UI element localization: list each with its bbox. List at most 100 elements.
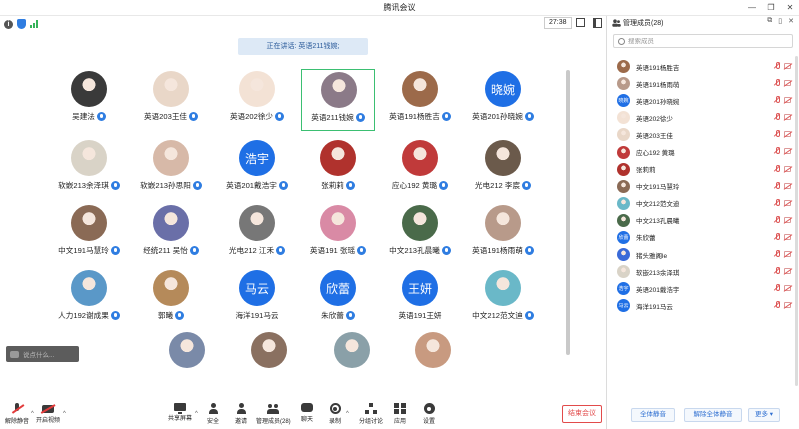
fullscreen-icon[interactable] xyxy=(576,18,585,27)
participant-tile[interactable]: 马云 海洋191马云 xyxy=(220,268,294,330)
chat-input[interactable]: 说点什么... xyxy=(6,346,79,362)
record-options-caret[interactable]: ^ xyxy=(346,411,349,417)
participant-tile[interactable] xyxy=(315,330,389,392)
participant-tile[interactable]: 中文191马慧玲 xyxy=(52,203,126,265)
participant-tile[interactable]: 中文213孔晨曦 xyxy=(383,203,457,265)
list-item[interactable]: 中文212范文迪 xyxy=(607,195,793,212)
participant-tile[interactable]: 郭曦 xyxy=(134,268,208,330)
microphone-muted-icon[interactable] xyxy=(774,267,780,275)
microphone-muted-icon[interactable] xyxy=(774,147,780,155)
camera-off-icon[interactable] xyxy=(784,233,791,240)
participant-tile[interactable]: 欣蕾 朱欣蕾 xyxy=(301,268,375,330)
microphone-muted-icon[interactable] xyxy=(774,301,780,309)
camera-off-icon[interactable] xyxy=(784,165,791,172)
camera-off-icon[interactable] xyxy=(784,199,791,206)
microphone-muted-icon[interactable] xyxy=(774,62,780,70)
camera-off-icon[interactable] xyxy=(784,182,791,189)
info-icon[interactable]: i xyxy=(4,19,13,29)
participant-tile[interactable]: 吴建法 xyxy=(52,69,126,131)
invite-button[interactable]: 邀请 xyxy=(224,403,258,425)
participant-tile[interactable]: 英语191杨胜吉 xyxy=(383,69,457,131)
microphone-muted-icon[interactable] xyxy=(774,181,780,190)
participant-tile[interactable]: 张莉莉 xyxy=(301,138,375,200)
end-meeting-button[interactable]: 结束会议 xyxy=(562,405,602,423)
share-screen-button[interactable]: 共享屏幕 xyxy=(163,403,197,422)
minimize-icon[interactable]: — xyxy=(747,1,757,14)
microphone-muted-icon[interactable] xyxy=(774,284,780,292)
participant-tile[interactable]: 光电212 李宸 xyxy=(466,138,540,200)
participant-tile[interactable]: 浩宇 英语201戴浩宇 xyxy=(220,138,294,200)
microphone-muted-icon[interactable] xyxy=(774,79,780,87)
shield-icon[interactable] xyxy=(17,19,26,29)
panel-close-icon[interactable]: ✕ xyxy=(788,17,794,25)
list-item[interactable]: 猪头雅阁le xyxy=(607,246,793,263)
list-item[interactable]: 英语191杨雨萌 xyxy=(607,75,793,92)
video-button[interactable]: 开启视频 xyxy=(31,403,65,424)
participant-tile[interactable] xyxy=(232,330,306,392)
participant-tile[interactable]: 经统211 吴怡 xyxy=(134,203,208,265)
list-item[interactable]: 晓婉 英语201孙晓婉 xyxy=(607,92,793,109)
mute-button[interactable]: 解除静音 xyxy=(0,403,34,425)
close-icon[interactable]: ✕ xyxy=(785,1,795,14)
popout-icon[interactable]: ⧉ xyxy=(767,17,772,25)
list-item[interactable]: 马云 海洋191马云 xyxy=(607,297,793,314)
microphone-muted-icon[interactable] xyxy=(774,250,780,258)
microphone-muted-icon[interactable] xyxy=(774,96,780,104)
more-button[interactable]: 更多 ▾ xyxy=(748,408,780,422)
settings-button[interactable]: 设置 xyxy=(412,403,446,425)
microphone-muted-icon[interactable] xyxy=(774,215,780,224)
camera-off-icon[interactable] xyxy=(784,216,791,223)
list-item[interactable]: 英语191杨胜吉 xyxy=(607,58,793,75)
participant-tile[interactable]: 中文212范文迪 xyxy=(466,268,540,330)
list-item[interactable]: 英语203王佳 xyxy=(607,126,793,143)
camera-off-icon[interactable] xyxy=(784,97,791,104)
participant-tile[interactable]: 王妍 英语191王妍 xyxy=(383,268,457,330)
side-panel-icon[interactable] xyxy=(593,18,602,28)
video-options-caret[interactable]: ^ xyxy=(63,411,66,417)
microphone-muted-icon[interactable] xyxy=(774,232,780,241)
member-search-input[interactable] xyxy=(628,37,778,45)
participant-tile[interactable] xyxy=(396,330,470,392)
microphone-muted-icon[interactable] xyxy=(774,113,780,121)
unmute-all-button[interactable]: 解除全体静音 xyxy=(684,408,742,422)
list-item[interactable]: 英语202徐少 xyxy=(607,109,793,126)
restore-icon[interactable]: ❐ xyxy=(766,1,776,14)
participant-tile[interactable]: 软嵌213余泽琪 xyxy=(52,138,126,200)
pin-icon[interactable]: ▯ xyxy=(778,17,782,25)
microphone-muted-icon[interactable] xyxy=(774,164,780,173)
participant-tile[interactable]: 光电212 江禾 xyxy=(220,203,294,265)
camera-off-icon[interactable] xyxy=(784,251,791,258)
list-item[interactable]: 中文213孔晨曦 xyxy=(607,212,793,229)
participant-tile[interactable]: 英语211钱婉 xyxy=(301,69,375,131)
participant-tile[interactable]: 英语203王佳 xyxy=(134,69,208,131)
grid-scrollbar[interactable] xyxy=(566,70,570,355)
participant-tile[interactable] xyxy=(150,330,224,392)
signal-icon[interactable] xyxy=(30,20,38,28)
participant-tile[interactable]: 应心192 黄璐 xyxy=(383,138,457,200)
list-item[interactable]: 欣蕾 朱欣蕾 xyxy=(607,229,793,246)
member-search[interactable] xyxy=(613,34,793,48)
list-item[interactable]: 浩宇 英语201戴浩宇 xyxy=(607,280,793,297)
member-list-scrollbar[interactable] xyxy=(795,56,798,386)
participant-tile[interactable]: 人力192谢成果 xyxy=(52,268,126,330)
microphone-muted-icon[interactable] xyxy=(774,198,780,207)
manage-members-button[interactable]: 管理成员(28) xyxy=(256,403,291,425)
camera-off-icon[interactable] xyxy=(784,302,791,309)
camera-off-icon[interactable] xyxy=(784,268,791,275)
participant-tile[interactable]: 晓婉 英语201孙晓婉 xyxy=(466,69,540,131)
camera-off-icon[interactable] xyxy=(784,114,791,121)
participant-tile[interactable]: 英语191杨雨萌 xyxy=(466,203,540,265)
camera-off-icon[interactable] xyxy=(784,285,791,292)
camera-off-icon[interactable] xyxy=(784,80,791,87)
camera-off-icon[interactable] xyxy=(784,63,791,69)
participant-tile[interactable]: 软嵌213孙思阳 xyxy=(134,138,208,200)
list-item[interactable]: 应心192 黄璐 xyxy=(607,143,793,160)
mute-all-button[interactable]: 全体静音 xyxy=(631,408,675,422)
list-item[interactable]: 张莉莉 xyxy=(607,161,793,178)
camera-off-icon[interactable] xyxy=(784,131,791,138)
list-item[interactable]: 中文191马慧玲 xyxy=(607,178,793,195)
camera-off-icon[interactable] xyxy=(784,148,791,155)
microphone-muted-icon[interactable] xyxy=(774,130,780,138)
list-item[interactable]: 软嵌213余泽琪 xyxy=(607,263,793,280)
participant-tile[interactable]: 英语202徐少 xyxy=(220,69,294,131)
